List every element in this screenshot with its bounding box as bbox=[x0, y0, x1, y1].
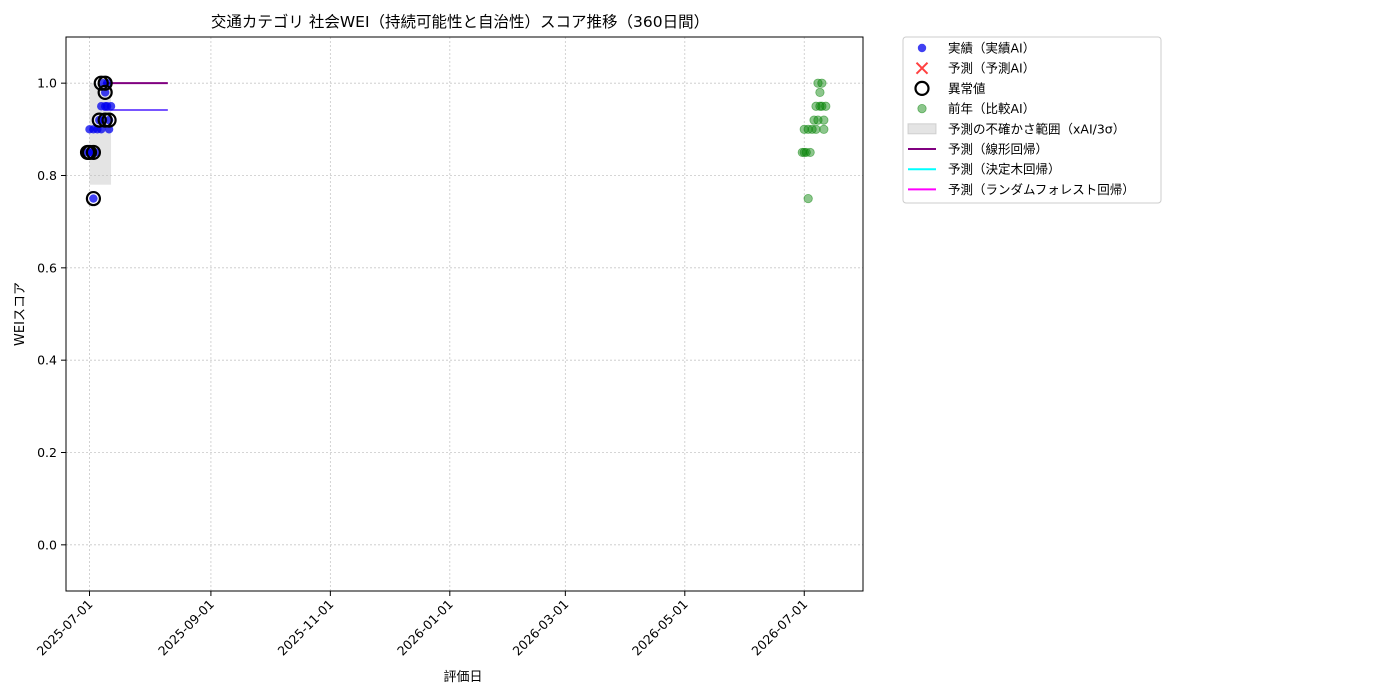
previous-year-point bbox=[819, 115, 829, 125]
legend-marker-actual bbox=[917, 43, 927, 53]
legend-label-forest: 予測（ランダムフォレスト回帰） bbox=[948, 182, 1135, 197]
legend-label-tree: 予測（決定木回帰） bbox=[948, 162, 1061, 177]
previous-year-point bbox=[803, 193, 813, 204]
chart-canvas: 交通カテゴリ 社会WEI（持続可能性と自治性）スコア推移（360日間） 2025… bbox=[13, 12, 1162, 685]
x-tick-label: 2026-07-01 bbox=[748, 597, 810, 659]
legend-label-anomaly: 異常値 bbox=[948, 81, 986, 96]
y-tick-label: 0.2 bbox=[37, 445, 57, 460]
x-tick-label: 2026-01-01 bbox=[394, 597, 456, 659]
x-axis: 2025-07-01 2025-09-01 2025-11-01 2026-01-01… bbox=[34, 591, 810, 659]
legend: 実績（実績AI） 予測（予測AI） 異常値前年（比較AI） 予測の不確かさ範囲（xAI… bbox=[902, 36, 1162, 204]
legend-marker-previous bbox=[917, 104, 927, 114]
y-tick-label: 0.4 bbox=[37, 353, 57, 368]
previous-year-point bbox=[805, 147, 815, 158]
previous-year-point bbox=[817, 78, 827, 88]
y-tick-label: 0.0 bbox=[37, 537, 57, 552]
chart-title: 交通カテゴリ 社会WEI（持続可能性と自治性）スコア推移（360日間） bbox=[211, 12, 709, 31]
previous-year-point bbox=[821, 101, 831, 111]
y-axis: 0.0 0.2 0.4 0.6 0.8 1.0 bbox=[37, 76, 66, 552]
actual-point bbox=[106, 102, 116, 111]
legend-label-previous: 前年（比較AI） bbox=[948, 101, 1035, 116]
y-tick-label: 0.8 bbox=[37, 168, 57, 183]
previous-year-point bbox=[819, 124, 829, 134]
x-tick-label: 2025-11-01 bbox=[275, 597, 337, 659]
y-tick-label: 1.0 bbox=[37, 76, 57, 91]
x-tick-label: 2025-09-01 bbox=[155, 597, 217, 659]
plot-frame bbox=[65, 36, 864, 592]
x-tick-label: 2026-05-01 bbox=[629, 597, 691, 659]
x-axis-label: 評価日 bbox=[443, 670, 482, 685]
y-tick-label: 0.6 bbox=[37, 260, 57, 275]
legend-label-linear: 予測（線形回帰） bbox=[948, 142, 1048, 157]
previous-year-point bbox=[815, 87, 825, 98]
data-points-layer bbox=[79, 75, 831, 207]
x-tick-label: 2025-07-01 bbox=[34, 597, 96, 659]
x-tick-label: 2026-03-01 bbox=[509, 597, 571, 659]
legend-label-band: 予測の不確かさ範囲（xAI/3σ） bbox=[948, 121, 1125, 136]
previous-year-point bbox=[811, 124, 821, 134]
legend-label-forecast: 予測（予測AI） bbox=[948, 61, 1035, 76]
y-axis-label: WEIスコア bbox=[13, 282, 28, 346]
actual-point bbox=[89, 194, 98, 203]
grid-lines bbox=[66, 37, 863, 591]
legend-marker-band bbox=[907, 123, 937, 135]
legend-label-actual: 実績（実績AI） bbox=[948, 41, 1035, 56]
